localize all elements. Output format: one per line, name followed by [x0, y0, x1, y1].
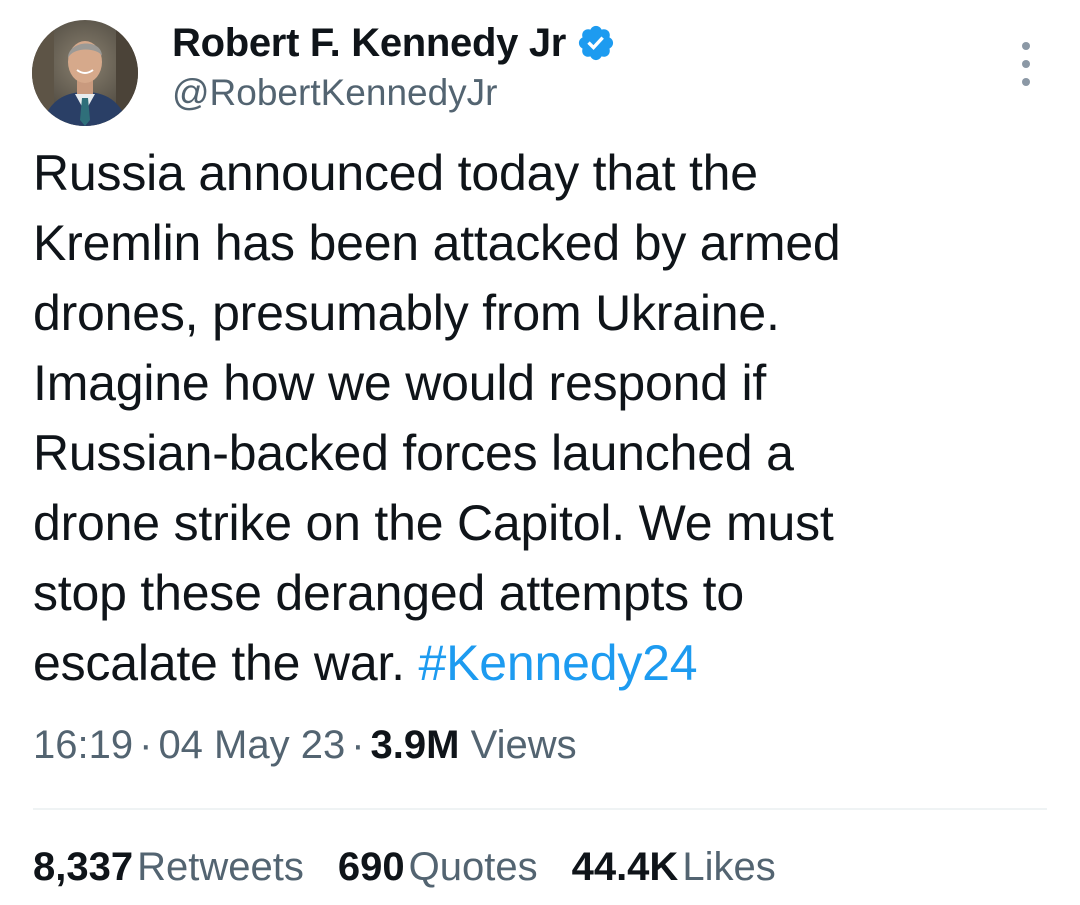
- tweet-text-line: Kremlin has been attacked by armed: [33, 215, 841, 271]
- tweet-text-line: drone strike on the Capitol. We must: [33, 495, 834, 551]
- tweet-text-line: Russia announced today that the: [33, 145, 758, 201]
- tweet-text-last-line: escalate the war. #Kennedy24: [33, 628, 1033, 698]
- quotes-count: 690: [337, 845, 405, 889]
- views-count: 3.9M: [370, 723, 460, 767]
- tweet-text-line: drones, presumably from Ukraine.: [33, 285, 780, 341]
- more-dot: [1022, 78, 1030, 86]
- more-options-icon[interactable]: [1014, 42, 1038, 86]
- more-dot: [1022, 42, 1030, 50]
- verified-badge-icon[interactable]: [576, 23, 616, 63]
- tweet-meta: 16:19 · 04 May 23 · 3.9M Views: [33, 723, 577, 768]
- tweet-text-line: Imagine how we would respond if: [33, 355, 767, 411]
- quotes-stat[interactable]: 690 Quotes: [338, 845, 538, 890]
- tweet-detail: Robert F. Kennedy Jr @RobertKennedyJr Ru…: [0, 0, 1080, 905]
- likes-count: 44.4K: [571, 845, 679, 889]
- tweet-date[interactable]: 04 May 23: [158, 723, 345, 767]
- tweet-text: Russia announced today that the Kremlin …: [33, 138, 1033, 698]
- author-name-row: Robert F. Kennedy Jr: [172, 18, 616, 68]
- meta-separator: ·: [351, 723, 365, 767]
- likes-label: Likes: [682, 845, 776, 889]
- profile-photo-icon: [32, 20, 138, 126]
- avatar[interactable]: [32, 20, 138, 126]
- engagement-stats: 8,337 Retweets 690 Quotes 44.4K Likes: [33, 845, 776, 890]
- more-dot: [1022, 60, 1030, 68]
- retweets-count: 8,337: [33, 845, 134, 889]
- tweet-time[interactable]: 16:19: [33, 723, 133, 767]
- author-handle[interactable]: @RobertKennedyJr: [172, 72, 498, 114]
- tweet-text-segment: escalate the war.: [33, 635, 405, 691]
- divider: [33, 808, 1047, 810]
- quotes-label: Quotes: [408, 845, 538, 889]
- retweets-label: Retweets: [137, 845, 304, 889]
- likes-stat[interactable]: 44.4K Likes: [572, 845, 776, 890]
- tweet-text-line: stop these deranged attempts to: [33, 565, 744, 621]
- hashtag-link[interactable]: #Kennedy24: [419, 635, 698, 691]
- author-display-name[interactable]: Robert F. Kennedy Jr: [172, 21, 566, 66]
- views-label: Views: [470, 723, 577, 767]
- meta-separator: ·: [139, 723, 153, 767]
- tweet-text-line: Russian-backed forces launched a: [33, 425, 794, 481]
- retweets-stat[interactable]: 8,337 Retweets: [33, 845, 304, 890]
